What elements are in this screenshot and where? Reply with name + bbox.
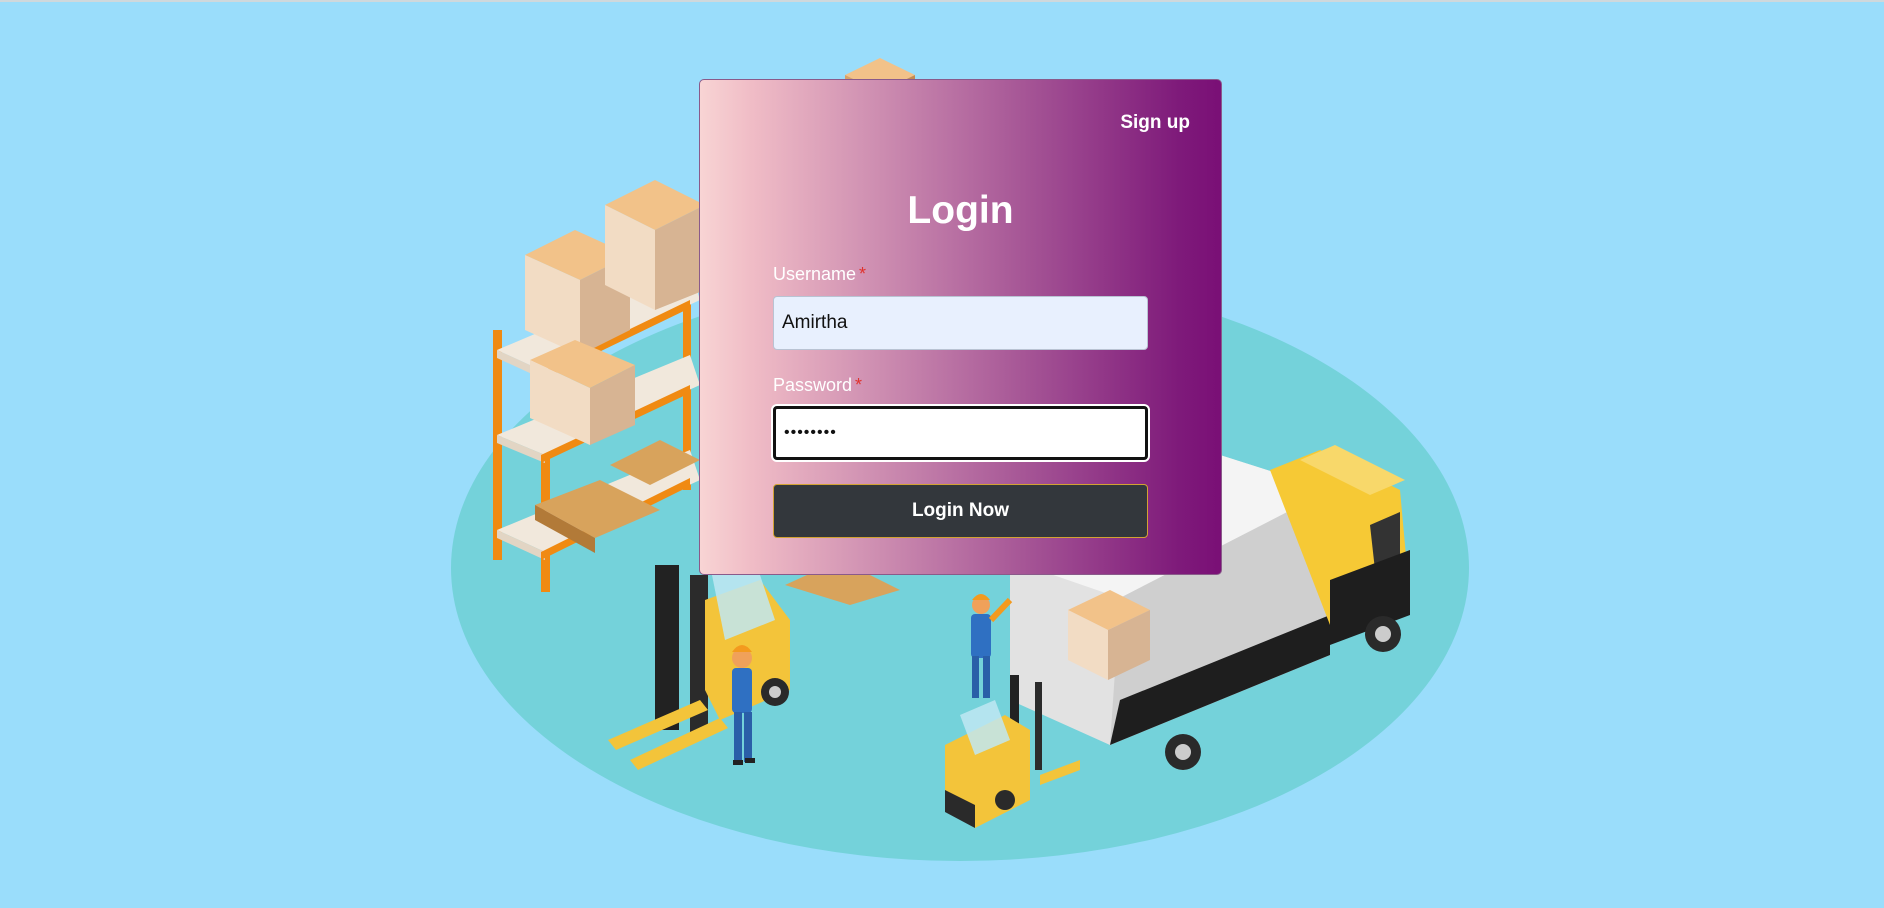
login-card: Sign up Login Username* Password* Login …: [699, 79, 1222, 575]
required-marker: *: [855, 375, 863, 395]
username-label: Username *: [773, 264, 866, 285]
username-input[interactable]: [773, 296, 1148, 350]
signup-link[interactable]: Sign up: [1120, 112, 1190, 134]
username-label-text: Username: [773, 264, 857, 284]
required-marker: *: [859, 264, 867, 284]
page-title: Login: [907, 189, 1014, 232]
password-input[interactable]: [773, 406, 1148, 460]
password-label: Password *: [773, 375, 862, 396]
login-button[interactable]: Login Now: [773, 484, 1148, 538]
password-label-text: Password: [773, 375, 853, 395]
